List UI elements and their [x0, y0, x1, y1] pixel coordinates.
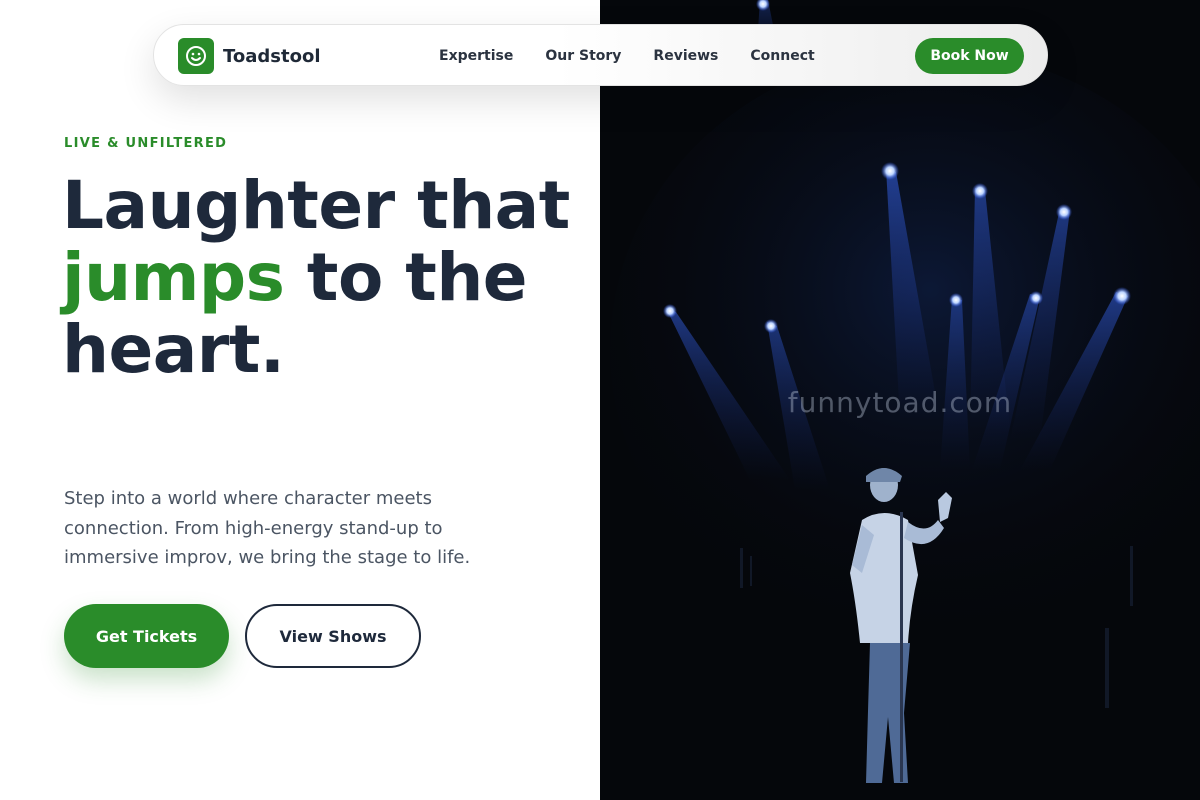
- get-tickets-button[interactable]: Get Tickets: [64, 604, 229, 668]
- brand-logo[interactable]: Toadstool: [178, 38, 321, 74]
- nav-link-connect[interactable]: Connect: [750, 48, 814, 64]
- nav-link-expertise[interactable]: Expertise: [439, 48, 513, 64]
- top-navbar: Toadstool Expertise Our Story Reviews Co…: [153, 24, 1048, 86]
- hero-photo: funnytoad.com: [600, 0, 1200, 800]
- nav-link-reviews[interactable]: Reviews: [653, 48, 718, 64]
- hero-eyebrow: LIVE & UNFILTERED: [64, 136, 228, 151]
- headline-accent: jumps: [62, 239, 285, 316]
- headline-part-1: Laughter that: [62, 167, 570, 244]
- watermark-text: funnytoad.com: [787, 386, 1013, 419]
- book-now-button[interactable]: Book Now: [915, 38, 1024, 74]
- brand-name: Toadstool: [223, 45, 321, 67]
- hero-headline: Laughter that jumps to the heart.: [62, 170, 582, 386]
- nav-links: Expertise Our Story Reviews Connect: [439, 25, 847, 87]
- view-shows-button[interactable]: View Shows: [245, 604, 421, 668]
- hero-description: Step into a world where character meets …: [64, 488, 471, 568]
- smiley-icon: [178, 38, 214, 74]
- nav-link-our-story[interactable]: Our Story: [545, 48, 621, 64]
